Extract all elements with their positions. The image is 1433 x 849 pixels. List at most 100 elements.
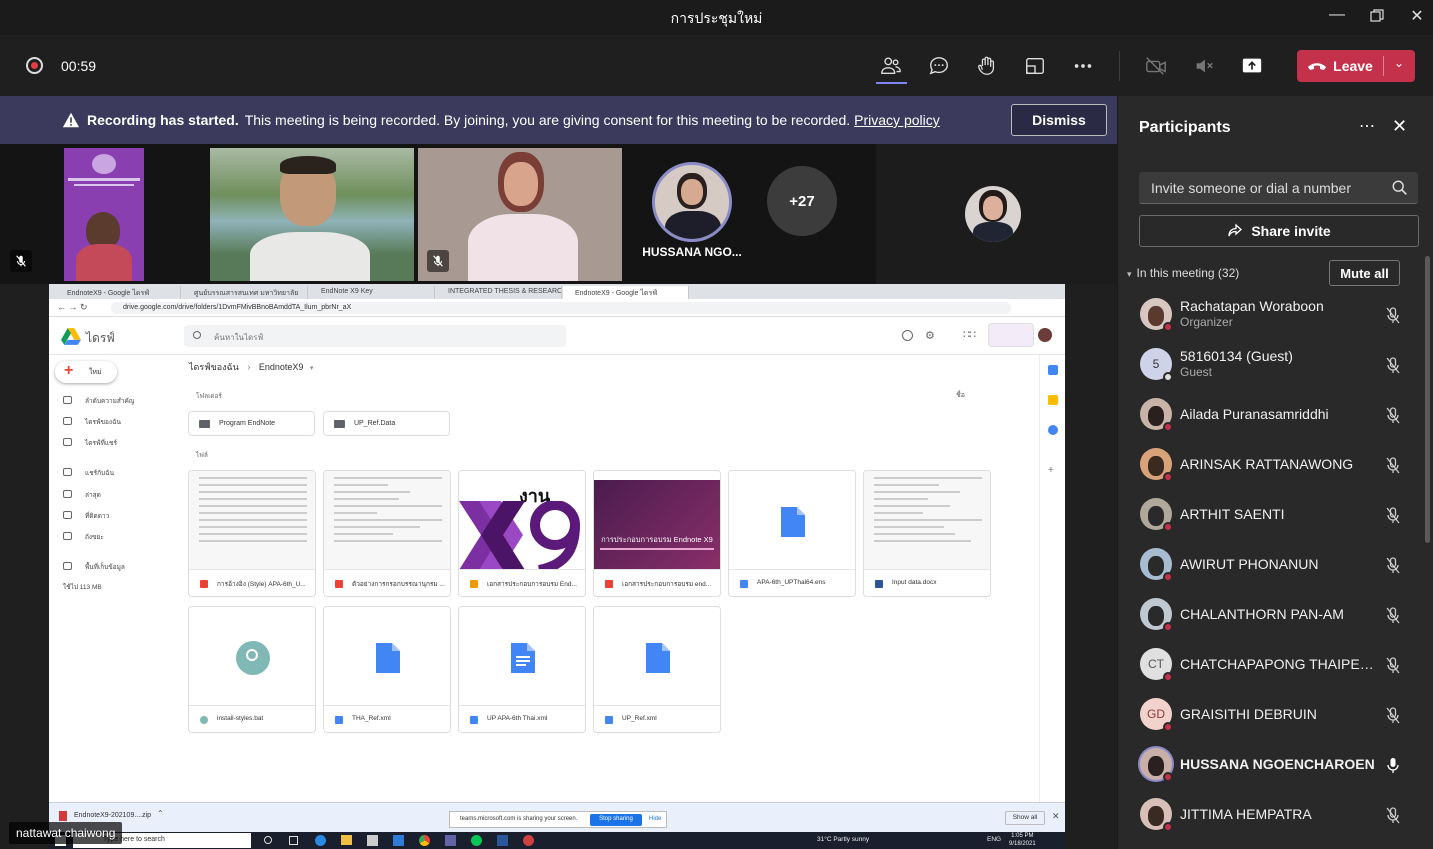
account-university-badge[interactable] [988,323,1034,347]
sidebar-item-my-drive[interactable]: ไดรฟ์ของฉัน [63,417,121,427]
language-indicator[interactable]: ENG [987,836,1001,843]
more-options-icon[interactable]: ⋯ [1359,116,1376,136]
file-card[interactable]: Input data.docx [863,470,991,597]
store-icon[interactable] [367,835,378,846]
folder-item[interactable]: Program EndNote [188,411,315,436]
apps-grid-icon[interactable]: ∷∷ [963,328,976,341]
leave-button[interactable]: Leave ⌄ [1297,50,1415,82]
mic-muted-icon[interactable] [1384,606,1402,624]
browser-tab-active[interactable]: EndnoteX9 - Google ไดรฟ์ [563,286,689,299]
sidebar-item-shared-drives[interactable]: ไดรฟ์ที่แชร์ [63,438,117,448]
mic-muted-icon[interactable] [1384,356,1402,374]
chevron-up-icon[interactable]: ⌃ [157,809,164,818]
url-field[interactable]: drive.google.com/drive/folders/1DvmFMivB… [111,302,1011,314]
mic-on-icon[interactable] [1384,756,1402,774]
file-card[interactable]: APA-6th_UPThai64.ens [728,470,856,597]
participants-icon[interactable] [878,53,904,79]
hide-link[interactable]: Hide [649,816,661,822]
privacy-policy-link[interactable]: Privacy policy [854,112,940,128]
show-all-button[interactable]: Show all [1005,811,1045,825]
chrome-icon[interactable] [419,835,430,846]
participant-row[interactable]: Rachatapan Woraboon Organizer [1118,291,1422,341]
mic-muted-icon[interactable] [1384,306,1402,324]
browser-tab[interactable]: EndnoteX9 - Google ไดรฟ์ [55,286,181,299]
browser-tab[interactable]: INTEGRATED THESIS & RESEARCH [436,286,562,299]
sort-label[interactable]: ชื่อ [956,390,965,401]
sidebar-item-trash[interactable]: ถังขยะ [63,532,104,542]
mute-all-button[interactable]: Mute all [1329,260,1400,286]
back-forward-icons[interactable]: ← → ↻ [57,302,88,313]
speaker-avatar[interactable] [652,162,732,242]
browser-tab[interactable]: EndNote X9 Key [309,286,435,299]
participant-row[interactable]: GD GRAISITHI DEBRUIN [1118,691,1422,741]
edge-icon[interactable] [315,835,326,846]
close-icon[interactable]: ✕ [1052,811,1060,822]
file-card[interactable]: การอ้างอิง (Style) APA-6th_U... [188,470,316,597]
teams-icon[interactable] [445,835,456,846]
mic-muted-icon[interactable] [1384,506,1402,524]
close-icon[interactable]: ✕ [1405,6,1429,28]
mic-muted-icon[interactable] [1384,406,1402,424]
participant-row[interactable]: JITTIMA HEMPATRA [1118,791,1422,841]
dropdown-icon[interactable]: ▾ [310,365,314,372]
calendar-icon[interactable] [1048,365,1058,375]
mic-muted-icon[interactable] [1384,556,1402,574]
account-avatar[interactable] [1038,328,1052,342]
file-explorer-icon[interactable] [341,835,352,845]
tasks-icon[interactable] [1048,425,1058,435]
raise-hand-icon[interactable] [974,53,1000,79]
file-card[interactable]: UP APA-6th Thai.xml [458,606,586,733]
overflow-participants-button[interactable]: +27 [767,166,837,236]
file-card[interactable]: งาน เอกสารประกอบการอบรม End... [458,470,586,597]
file-card[interactable]: การประกอบการอบรม Endnote X9 เอกสารประกอบ… [593,470,721,597]
invite-input[interactable] [1139,172,1389,204]
restore-icon[interactable] [1365,6,1389,28]
sidebar-item-shared-with-me[interactable]: แชร์กับฉัน [63,468,114,478]
participant-row[interactable]: ARINSAK RATTANAWONG [1118,441,1422,491]
invite-field[interactable] [1139,172,1418,204]
mic-muted-icon[interactable] [1384,706,1402,724]
chat-icon[interactable] [926,53,952,79]
participant-row[interactable]: HUSSANA NGOENCHAROEN [1118,741,1422,791]
breadcrumb-current[interactable]: EndnoteX9 [259,362,304,372]
rooms-icon[interactable] [1022,53,1048,79]
participant-row[interactable]: ARTHIT SAENTI [1118,491,1422,541]
mic-off-icon[interactable] [1191,53,1217,79]
video-tile-presenter-a[interactable] [64,148,144,281]
folder-item[interactable]: UP_Ref.Data [323,411,450,436]
mail-icon[interactable] [393,835,404,846]
settings-gear-icon[interactable]: ⚙ [925,329,935,342]
new-button[interactable]: ใหม่ [55,361,117,383]
keep-icon[interactable] [1048,395,1058,405]
weather-widget[interactable]: 31°C Partly sunny [817,836,869,843]
breadcrumb-root[interactable]: ไดรฟ์ของฉัน [189,362,239,372]
participant-row[interactable]: 5 58160134 (Guest) Guest [1118,341,1422,391]
more-actions-icon[interactable] [1070,53,1096,79]
add-addon-icon[interactable]: + [1048,465,1054,476]
app-icon[interactable] [523,835,534,846]
task-view-icon[interactable] [289,836,298,845]
mic-muted-icon[interactable] [1384,656,1402,674]
self-view-tile[interactable] [876,144,1117,284]
minimize-icon[interactable]: — [1325,6,1349,28]
browser-tab[interactable]: ศูนย์บรรณสารสนเทศ มหาวิทยาลัย [182,286,308,299]
help-icon[interactable] [902,330,913,341]
file-card[interactable]: UP_Ref.xml [593,606,721,733]
close-panel-icon[interactable]: ✕ [1392,116,1407,137]
panel-scrollbar[interactable] [1425,256,1430,543]
participant-row[interactable]: CHALANTHORN PAN-AM [1118,591,1422,641]
participant-row[interactable]: Ailada Puranasamriddhi [1118,391,1422,441]
search-icon[interactable] [1391,179,1409,197]
drive-search-input[interactable]: ค้นหาในไดรฟ์ [184,325,566,347]
sidebar-item-priority[interactable]: ลำดับความสำคัญ [63,396,134,406]
camera-off-icon[interactable] [1143,53,1169,79]
system-clock[interactable]: 1:05 PM 9/18/2021 [1009,832,1036,848]
dismiss-button[interactable]: Dismiss [1011,104,1107,136]
in-meeting-section-header[interactable]: ▾ In this meeting (32) [1127,266,1239,280]
mic-muted-icon[interactable] [1384,806,1402,824]
file-card[interactable]: ตัวอย่างการกรอกบรรณานุกรม ... [323,470,451,597]
file-card[interactable]: THA_Ref.xml [323,606,451,733]
download-item[interactable]: EndnoteX9-202109....zip [74,812,151,819]
sidebar-item-storage[interactable]: พื้นที่เก็บข้อมูล [63,562,125,572]
participant-row[interactable]: AWIRUT PHONANUN [1118,541,1422,591]
